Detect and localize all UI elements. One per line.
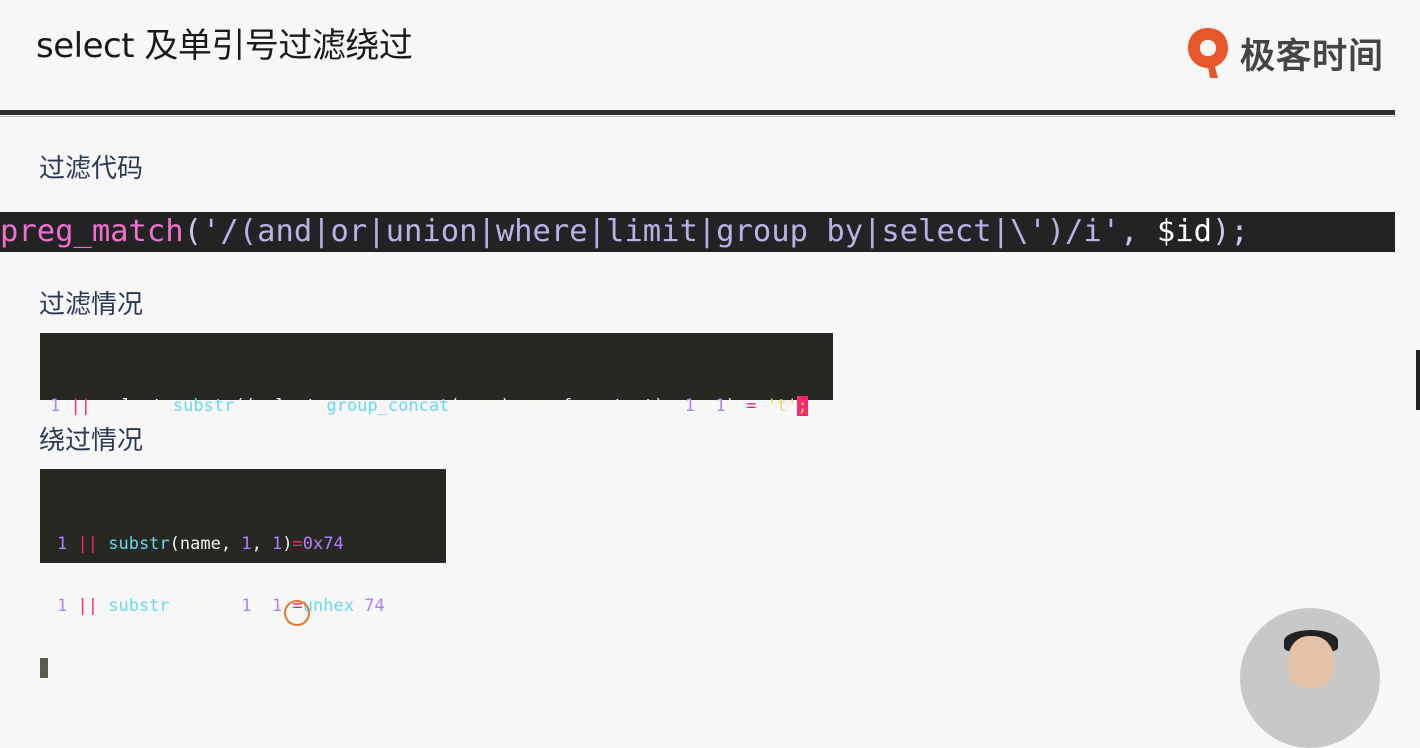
unhex-function: unhex bbox=[302, 596, 354, 616]
pointer-highlight-circle bbox=[284, 600, 310, 626]
section-heading-filter-case: 过滤情况 bbox=[39, 290, 144, 320]
regex-code-bar: preg_match('/(and|or|union|where|limit|g… bbox=[0, 212, 1395, 252]
regex-pattern: '/(and|or|union|where|limit|group by|sel… bbox=[202, 214, 1121, 249]
close-paren: ) bbox=[384, 596, 395, 616]
open-paren: ( bbox=[353, 596, 365, 616]
or-operator: || bbox=[77, 534, 98, 554]
comma: , bbox=[251, 596, 273, 616]
substr-args: (name, bbox=[169, 596, 242, 616]
select-keyword: select bbox=[101, 396, 163, 416]
regex-close: ); bbox=[1211, 214, 1249, 249]
logo-text: 极客时间 bbox=[1240, 36, 1385, 77]
section-heading-filter-code: 过滤代码 bbox=[39, 154, 144, 184]
header-divider bbox=[0, 110, 1395, 115]
or-operator: || bbox=[77, 596, 98, 616]
code-line bbox=[40, 657, 446, 679]
semicolon-cursor: ; bbox=[797, 396, 808, 416]
equals-operator: = bbox=[746, 396, 757, 416]
section-heading-bypass-case: 绕过情况 bbox=[39, 426, 144, 456]
code-line: 1 || substr(name, 1, 1)=unhex(74) bbox=[57, 595, 446, 617]
window-edge-mark bbox=[1416, 350, 1420, 410]
or-operator: || bbox=[70, 396, 91, 416]
regex-fn: preg_match bbox=[0, 214, 184, 249]
arg-one: 1 bbox=[241, 596, 252, 616]
bypass-code-block: 1 || substr(name, 1, 1)=0x74 1 || substr… bbox=[40, 469, 446, 678]
regex-open-paren: ( bbox=[183, 214, 203, 249]
comma: , bbox=[694, 396, 716, 416]
name-from-test: (name)name from test), bbox=[449, 396, 685, 416]
unhex-arg: 74 bbox=[364, 596, 385, 616]
presenter-webcam-avatar bbox=[1240, 608, 1380, 748]
brand-logo: 极客时间 bbox=[1186, 26, 1384, 80]
line-number: 1 bbox=[57, 534, 68, 554]
arg-two: 1 bbox=[715, 396, 726, 416]
arg-one: 1 bbox=[241, 534, 252, 554]
regex-var: $id bbox=[1156, 214, 1212, 249]
substr-function: substr bbox=[108, 534, 170, 554]
close-paren: ) bbox=[282, 534, 293, 554]
paren-select: ((select bbox=[234, 396, 317, 416]
string-literal: 't' bbox=[766, 396, 798, 416]
header-divider-shadow bbox=[0, 116, 1395, 117]
regex-comma: , bbox=[1120, 214, 1157, 249]
arg-two: 1 bbox=[272, 596, 283, 616]
equals-operator: = bbox=[292, 534, 303, 554]
comma: , bbox=[251, 534, 273, 554]
filter-code-block: 1 || select substr((select group_concat(… bbox=[40, 333, 833, 416]
code-line: 1 || substr(name, 1, 1)=0x74 bbox=[57, 533, 446, 555]
close-paren: ) bbox=[725, 396, 747, 416]
substr-args: (name, bbox=[169, 534, 242, 554]
slide-title: select 及单引号过滤绕过 bbox=[36, 26, 413, 66]
arg-two: 1 bbox=[272, 534, 283, 554]
text-cursor bbox=[40, 658, 48, 678]
code-line: 1 || select substr((select group_concat(… bbox=[50, 395, 833, 417]
hex-literal: 0x74 bbox=[302, 534, 344, 554]
substr-function: substr bbox=[172, 396, 235, 416]
presenter-face bbox=[1288, 636, 1334, 688]
arg-one: 1 bbox=[684, 396, 695, 416]
logo-mark-icon bbox=[1188, 28, 1228, 78]
line-number: 1 bbox=[50, 396, 61, 416]
line-number: 1 bbox=[57, 596, 68, 616]
group-concat-function: group_concat bbox=[326, 396, 450, 416]
substr-function: substr bbox=[108, 596, 170, 616]
